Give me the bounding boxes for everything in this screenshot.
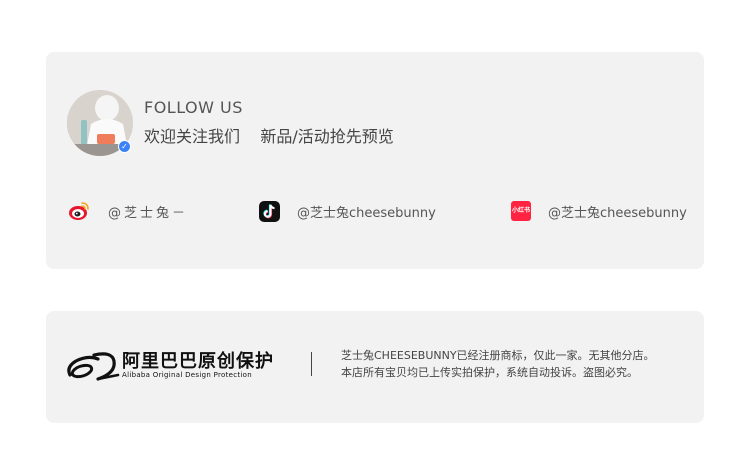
- protection-notice: 芝士兔CHEESEBUNNY已经注册商标，仅此一家。无其他分店。 本店所有宝贝均…: [341, 347, 655, 381]
- follow-us-title: FOLLOW US: [144, 98, 243, 117]
- douyin-handle[interactable]: @芝士兔cheesebunny: [297, 202, 436, 221]
- weibo-handle[interactable]: @芝士兔－: [108, 202, 188, 221]
- alibaba-icon: [67, 352, 120, 381]
- social-douyin[interactable]: @芝士兔cheesebunny: [259, 200, 436, 222]
- weibo-icon[interactable]: [68, 200, 90, 222]
- tiktok-icon[interactable]: [259, 200, 280, 222]
- follow-us-subtitle: 欢迎关注我们 新品/活动抢先预览: [144, 127, 394, 146]
- follow-us-card: ✓ FOLLOW US 欢迎关注我们 新品/活动抢先预览 @芝士兔－ @芝士兔c…: [46, 52, 704, 269]
- protection-logo-cn: 阿里巴巴原创保护: [122, 351, 274, 372]
- notice-line-2: 本店所有宝贝均已上传实拍保护，系统自动投诉。盗图必究。: [341, 366, 638, 379]
- xiaohongshu-handle[interactable]: @芝士兔cheesebunny: [548, 202, 687, 221]
- notice-line-1: 芝士兔CHEESEBUNNY已经注册商标，仅此一家。无其他分店。: [341, 349, 655, 362]
- original-protection-card: 阿里巴巴原创保护 Alibaba Original Design Protect…: [46, 311, 704, 423]
- vertical-divider: [311, 352, 312, 376]
- alibaba-protection-logo: 阿里巴巴原创保护 Alibaba Original Design Protect…: [64, 345, 284, 385]
- verified-icon: ✓: [118, 140, 131, 153]
- social-xiaohongshu[interactable]: 小红书 @芝士兔cheesebunny: [511, 200, 687, 222]
- social-weibo[interactable]: @芝士兔－: [68, 200, 188, 222]
- protection-logo-en: Alibaba Original Design Protection: [122, 371, 252, 379]
- xiaohongshu-icon[interactable]: 小红书: [511, 201, 531, 221]
